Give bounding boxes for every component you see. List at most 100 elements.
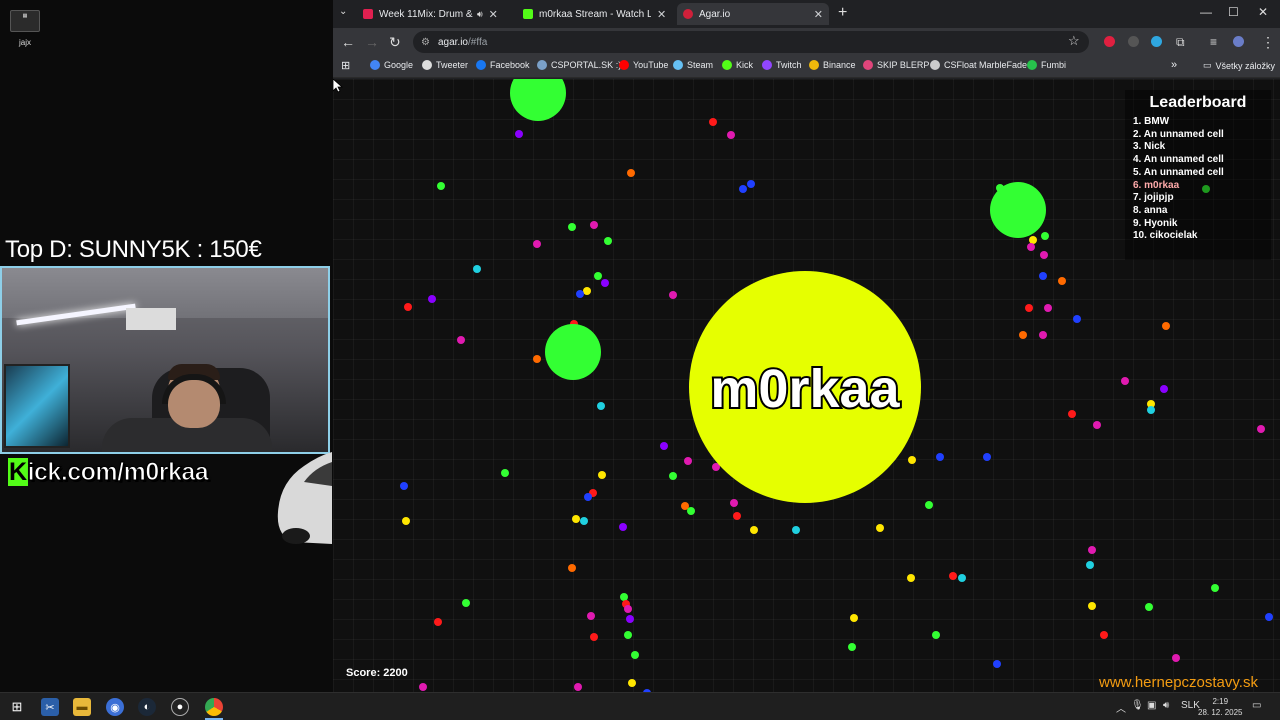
food-pellet: [598, 471, 606, 479]
bookmarks-overflow-chevron-icon[interactable]: »: [1171, 59, 1177, 71]
extensions-puzzle-icon[interactable]: ⧉: [1176, 33, 1185, 51]
agario-favicon-icon: [683, 9, 693, 19]
extension-dark-icon[interactable]: [1128, 36, 1139, 47]
food-pellet: [727, 131, 735, 139]
green-cell: [990, 182, 1046, 238]
obs-icon[interactable]: ●: [171, 698, 189, 716]
desktop-shortcut[interactable]: ▦ jajx: [8, 10, 42, 54]
food-pellet: [628, 679, 636, 687]
food-pellet: [932, 631, 940, 639]
apps-grid-icon[interactable]: ⊞: [341, 59, 350, 72]
folder-icon: ▭: [1203, 60, 1212, 70]
sponsor-watermark: www.hernepczostavy.sk: [1099, 674, 1258, 691]
windows-taskbar: ⊞ ✂ ▬ ◉ ◐ ● ︿ 🎙︎ ▣ 🔊︎ SLK 2:19 28. 12. 2…: [0, 692, 1280, 720]
microphone-icon[interactable]: 🎙︎: [1131, 700, 1144, 711]
notifications-icon[interactable]: ▭: [1252, 700, 1261, 711]
bookmark-csportal[interactable]: CSPORTAL.SK :): [537, 60, 621, 70]
tab-m0rkaa-stream[interactable]: m0rkaa Stream - Watch Live on ✕: [517, 3, 673, 25]
maximize-icon[interactable]: ☐: [1228, 5, 1239, 19]
food-pellet: [624, 605, 632, 613]
bookmark-google[interactable]: Google: [370, 60, 413, 70]
leaderboard-entry: 2. An unnamed cell: [1133, 128, 1224, 140]
chrome-taskbar-icon[interactable]: [205, 698, 223, 716]
bookmark-star-icon[interactable]: ☆: [1068, 33, 1080, 49]
food-pellet: [1068, 410, 1076, 418]
network-icon[interactable]: ▣: [1147, 700, 1156, 711]
tray-overflow-chevron-icon[interactable]: ︿: [1116, 700, 1126, 715]
tab-drum-and-bass[interactable]: Week 11Mix: Drum & Bass 🔊︎ ✕: [357, 3, 507, 25]
new-tab-plus-icon[interactable]: +: [838, 4, 847, 22]
all-bookmarks-folder[interactable]: ▭ Všetky záložky: [1203, 60, 1275, 71]
all-bookmarks-label: Všetky záložky: [1215, 60, 1276, 71]
bookmark-kick[interactable]: Kick: [722, 60, 753, 70]
food-pellet: [620, 593, 628, 601]
steam-taskbar-icon[interactable]: ◐: [138, 698, 156, 716]
food-pellet: [1039, 272, 1047, 280]
bookmark-label: SKIP BLERP: [877, 60, 930, 70]
kick-channel-banner: Kick.com/m0rkaa: [8, 458, 232, 492]
food-pellet: [419, 683, 427, 691]
windows-start-icon[interactable]: ⊞: [8, 698, 26, 716]
reload-icon[interactable]: ↻: [389, 33, 401, 51]
close-tab-icon[interactable]: ✕: [489, 8, 498, 21]
browser-menu-icon[interactable]: ⋮: [1261, 33, 1275, 51]
close-tab-icon[interactable]: ✕: [814, 8, 823, 21]
food-pellet: [848, 643, 856, 651]
profile-avatar-icon[interactable]: [1233, 36, 1244, 47]
leaderboard-entry: 7. jojipjp: [1133, 192, 1174, 204]
bookmarks-bar: ⊞ Google Tweeter Facebook CSPORTAL.SK :)…: [333, 56, 1280, 78]
food-pellet: [1088, 602, 1096, 610]
bookmark-label: YouTube: [633, 60, 669, 70]
stream-overlay-panel: ▦ jajx Top D: SUNNY5K : 150€ Kick.com/m0…: [0, 0, 333, 692]
food-pellet: [576, 290, 584, 298]
food-pellet: [568, 223, 576, 231]
snipping-tool-icon[interactable]: ✂: [41, 698, 59, 716]
close-tab-icon[interactable]: ✕: [657, 8, 666, 21]
extension-adblock-icon[interactable]: [1104, 36, 1115, 47]
file-explorer-icon[interactable]: ▬: [73, 698, 91, 716]
forward-arrow-icon[interactable]: →: [365, 33, 379, 51]
bookmark-binance[interactable]: Binance: [809, 60, 856, 70]
food-pellet: [584, 493, 592, 501]
leaderboard-entry: 10. cikocielak: [1133, 230, 1198, 242]
bookmark-fumbi[interactable]: Fumbi: [1027, 60, 1066, 70]
minimize-icon[interactable]: —: [1200, 5, 1212, 19]
agario-game-canvas[interactable]: m0rkaa Leaderboard 1. BMW 2. An unnamed c…: [333, 79, 1280, 692]
desktop-shortcut-label: jajx: [18, 38, 31, 47]
bookmark-steam[interactable]: Steam: [673, 60, 713, 70]
bookmark-youtube[interactable]: YouTube: [619, 60, 668, 70]
food-pellet: [1147, 406, 1155, 414]
tab-search-chevron-icon[interactable]: ⌄: [339, 6, 347, 17]
audio-playing-icon[interactable]: 🔊︎: [477, 9, 483, 20]
address-bar[interactable]: ⚙ agar.io/#ffa: [413, 31, 1089, 53]
food-pellet: [993, 660, 1001, 668]
food-pellet: [1162, 322, 1170, 330]
bookmark-tweeter[interactable]: Tweeter: [422, 60, 468, 70]
food-pellet: [936, 453, 944, 461]
food-pellet: [533, 240, 541, 248]
site-info-icon[interactable]: ⚙: [421, 37, 430, 48]
media-controls-icon[interactable]: ≡: [1210, 33, 1217, 51]
food-pellet: [434, 618, 442, 626]
extension-blue-icon[interactable]: [1151, 36, 1162, 47]
food-pellet: [949, 572, 957, 580]
leaderboard-entry: 5. An unnamed cell: [1133, 166, 1224, 178]
tab-strip: ⌄ Week 11Mix: Drum & Bass 🔊︎ ✕ m0rkaa St…: [333, 0, 1280, 28]
bookmark-csfloat[interactable]: CSFloat MarbleFade: [930, 60, 1027, 70]
bookmark-twitch[interactable]: Twitch: [762, 60, 802, 70]
food-pellet: [580, 517, 588, 525]
bookmark-facebook[interactable]: Facebook: [476, 60, 530, 70]
discord-chrome-icon[interactable]: ◉: [106, 698, 124, 716]
promo-text: Top D: SUNNY5K : 150€: [5, 236, 262, 263]
tab-agario[interactable]: Agar.io ✕: [677, 3, 829, 25]
bookmark-label: Tweeter: [436, 60, 469, 70]
system-clock[interactable]: 2:19 28. 12. 2025: [1198, 696, 1242, 718]
food-pellet: [515, 130, 523, 138]
food-pellet: [1172, 654, 1180, 662]
volume-icon[interactable]: 🔊︎: [1163, 700, 1169, 711]
tab-title: Agar.io: [699, 8, 731, 20]
bookmark-skip-blerp[interactable]: SKIP BLERP: [863, 60, 929, 70]
back-arrow-icon[interactable]: ←: [341, 33, 355, 51]
food-pellet: [1211, 584, 1219, 592]
close-window-icon[interactable]: ✕: [1258, 5, 1268, 19]
